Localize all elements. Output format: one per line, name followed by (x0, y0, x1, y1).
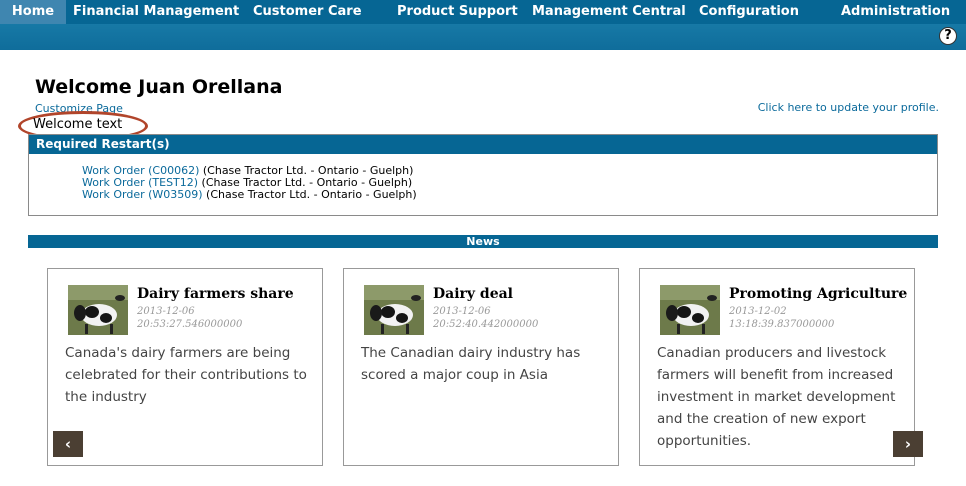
nav-home[interactable]: Home (0, 0, 66, 24)
update-profile-link[interactable]: Click here to update your profile. (758, 101, 939, 114)
news-header: News (28, 235, 938, 248)
news-date: 2013-12-06 20:52:40.442000000 (433, 306, 539, 330)
news-summary: Canada's dairy farmers are being celebra… (65, 345, 307, 405)
welcome-text: Welcome text (33, 117, 123, 132)
news-summary: The Canadian dairy industry has scored a… (361, 345, 581, 383)
sub-toolbar (0, 24, 966, 50)
news-card: Dairy deal 2013-12-06 20:52:40.442000000 … (343, 268, 619, 466)
news-prev-button[interactable]: ‹ (53, 431, 83, 457)
cow-thumbnail-image (660, 285, 720, 335)
nav-administration[interactable]: Administration (841, 0, 950, 24)
nav-customer-care[interactable]: Customer Care (253, 0, 362, 24)
news-summary: Canadian producers and livestock farmers… (657, 345, 896, 449)
required-restarts-panel: Required Restart(s) Work Order (C00062) … (28, 134, 938, 216)
page-title: Welcome Juan Orellana (35, 76, 283, 98)
nav-product-support[interactable]: Product Support (397, 0, 518, 24)
news-title[interactable]: Dairy farmers share (137, 286, 294, 302)
work-order-detail: (Chase Tractor Ltd. - Ontario - Guelph) (202, 188, 417, 201)
help-icon[interactable]: ? (939, 27, 957, 45)
nav-management-central[interactable]: Management Central (532, 0, 686, 24)
restart-row: Work Order (W03509) (Chase Tractor Ltd. … (82, 189, 937, 201)
news-card: Dairy farmers share 2013-12-06 20:53:27.5… (47, 268, 323, 466)
nav-financial-management[interactable]: Financial Management (73, 0, 239, 24)
cow-thumbnail-image (364, 285, 424, 335)
required-restarts-header: Required Restart(s) (29, 135, 937, 154)
news-date: 2013-12-06 20:53:27.546000000 (137, 306, 243, 330)
top-nav: Home Financial Management Customer Care … (0, 0, 966, 24)
nav-configuration[interactable]: Configuration (699, 0, 799, 24)
news-title[interactable]: Dairy deal (433, 286, 513, 302)
cow-thumbnail-image (68, 285, 128, 335)
news-next-button[interactable]: › (893, 431, 923, 457)
news-date: 2013-12-02 13:18:39.837000000 (729, 306, 835, 330)
news-title[interactable]: Promoting Agriculture (729, 286, 907, 302)
work-order-link[interactable]: Work Order (W03509) (82, 188, 203, 201)
news-card: Promoting Agriculture 2013-12-02 13:18:39… (639, 268, 915, 466)
